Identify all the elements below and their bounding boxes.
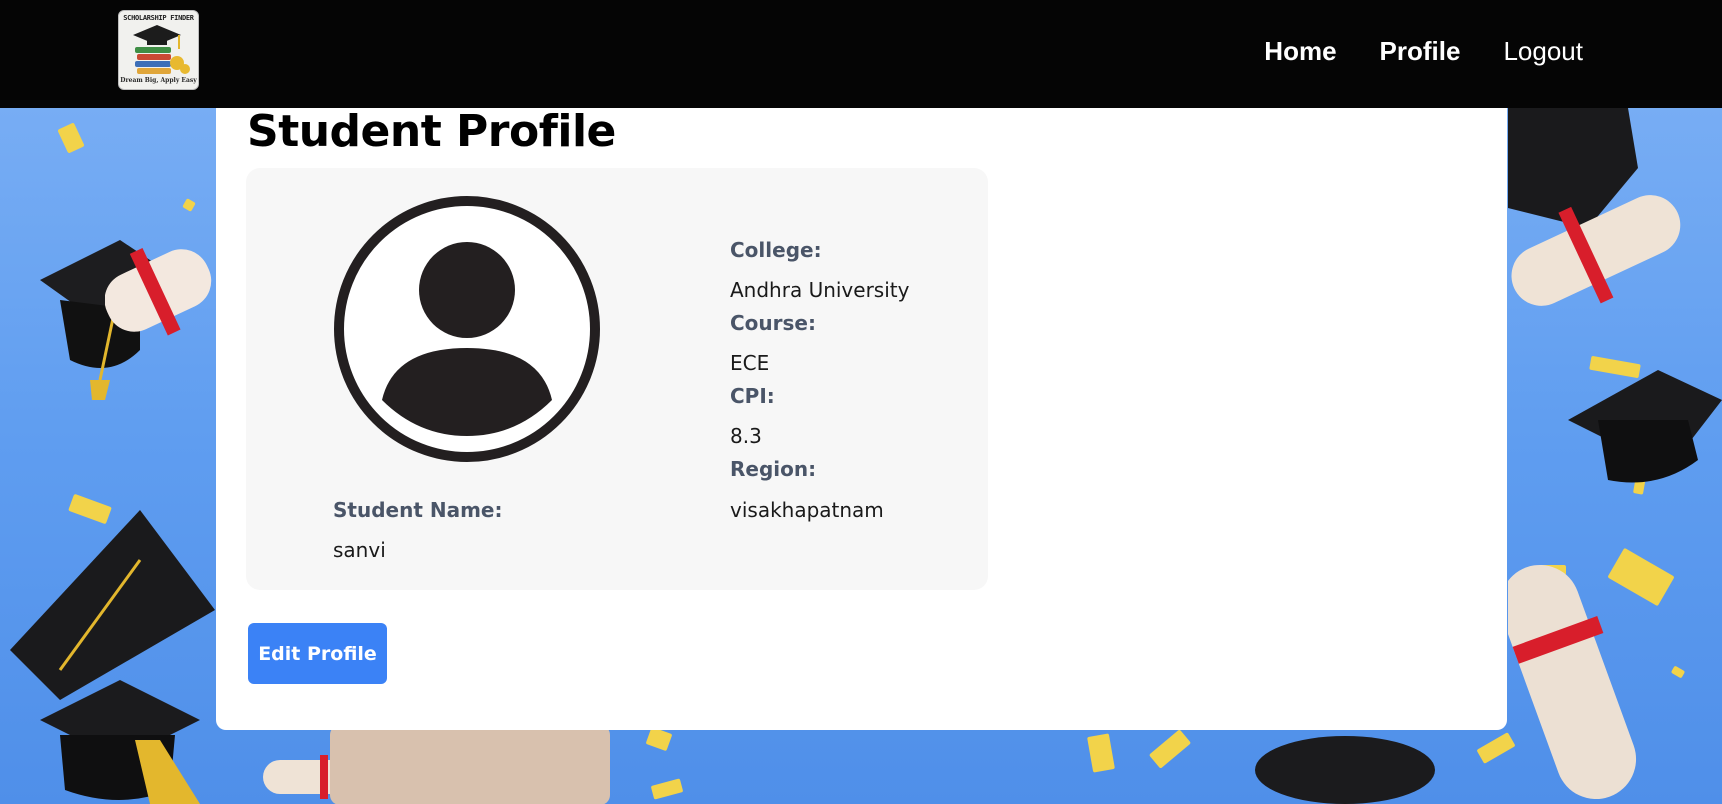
profile-card: Student Profile Student Name: sanvi Coll… (216, 100, 1507, 730)
course-value: ECE (730, 351, 770, 375)
nav-menu: Home Profile Logout (1221, 36, 1583, 67)
confetti-piece (650, 778, 684, 800)
confetti-piece (57, 122, 85, 154)
student-name-value: sanvi (333, 538, 386, 562)
nav-profile-link[interactable]: Profile (1380, 36, 1461, 67)
scholarship-finder-logo[interactable]: SCHOLARSHIP FINDER Dream Big, Apply Easy (118, 10, 199, 90)
diploma-scroll-icon (105, 247, 212, 336)
confetti-piece (1148, 729, 1192, 769)
graduation-cap-icon (1568, 370, 1722, 483)
student-name-label: Student Name: (333, 498, 503, 522)
confetti-piece (1087, 733, 1115, 773)
nav-home-link[interactable]: Home (1264, 36, 1336, 67)
user-avatar-icon (334, 196, 600, 462)
diploma-scroll-icon (1511, 195, 1681, 306)
region-value: visakhapatnam (730, 498, 884, 522)
logo-title: SCHOLARSHIP FINDER (123, 14, 194, 22)
logo-tagline: Dream Big, Apply Easy (120, 77, 197, 84)
graduation-cap-icon (1255, 736, 1435, 804)
cpi-label: CPI: (730, 384, 775, 408)
graduation-cap-icon (40, 680, 200, 804)
confetti-piece (182, 198, 196, 212)
top-navbar: SCHOLARSHIP FINDER Dream Big, Apply Easy… (0, 0, 1722, 108)
diploma-scroll-icon (1508, 564, 1637, 800)
graduation-cap-books-icon (133, 25, 190, 74)
diploma-scroll-icon (330, 725, 610, 804)
course-label: Course: (730, 311, 816, 335)
confetti-piece (645, 726, 673, 752)
cpi-value: 8.3 (730, 424, 762, 448)
college-value: Andhra University (730, 278, 910, 302)
region-label: Region: (730, 457, 817, 481)
graduation-cap-icon (10, 510, 215, 700)
nav-logout-link[interactable]: Logout (1503, 36, 1583, 67)
page-title: Student Profile (247, 106, 616, 157)
college-label: College: (730, 238, 822, 262)
edit-profile-button[interactable]: Edit Profile (248, 623, 387, 684)
profile-details-box: Student Name: sanvi College: Andhra Univ… (246, 168, 988, 590)
